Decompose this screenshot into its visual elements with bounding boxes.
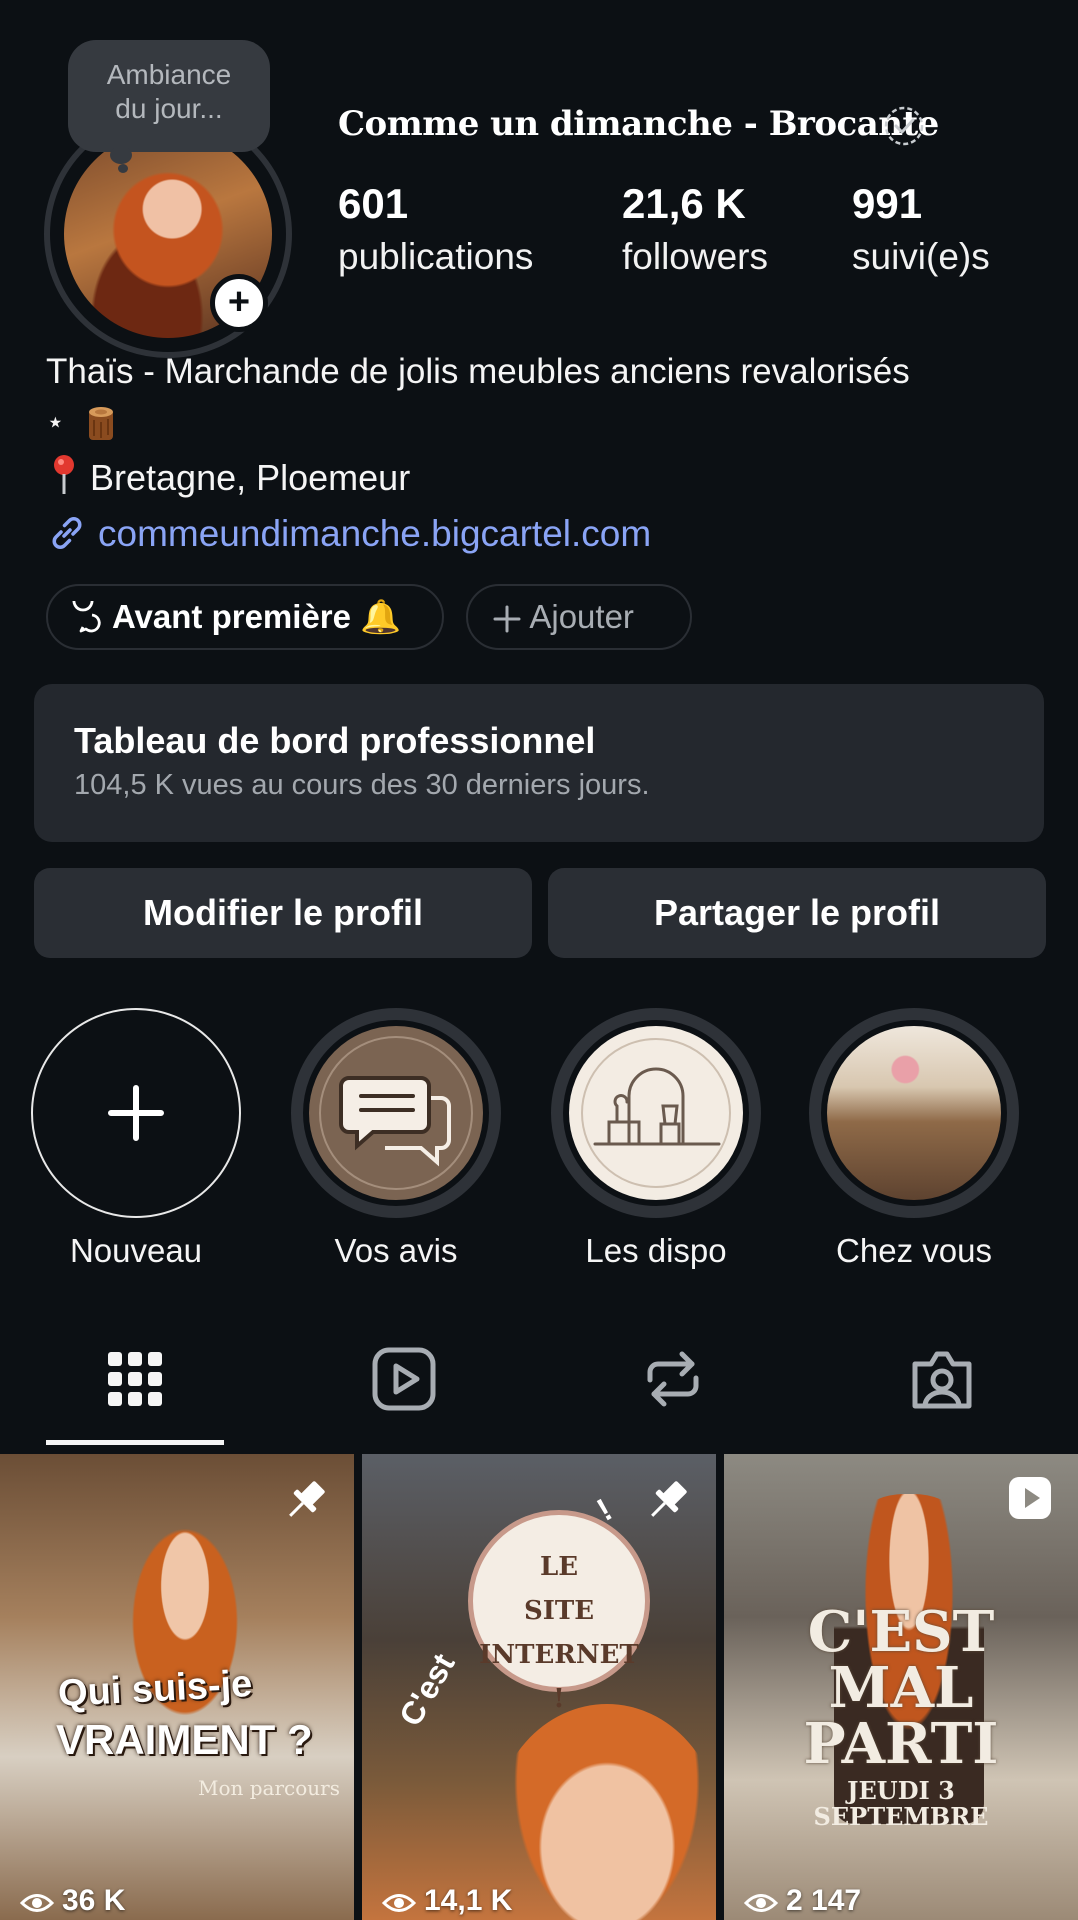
view-count: 2 147 (743, 1884, 862, 1918)
stat-value: 21,6 K (622, 180, 746, 227)
note-line-1: Ambiance (106, 59, 232, 90)
note-line-2: du jour... (115, 93, 223, 124)
edit-profile-button[interactable]: Modifier le profil (34, 868, 532, 958)
eye-icon (19, 1894, 55, 1912)
chat-bubbles-icon (72, 590, 101, 633)
highlight-les-dispo[interactable]: Les dispo (551, 1008, 761, 1270)
badge-line-2: SITE (523, 1596, 595, 1626)
reels-icon[interactable] (369, 1344, 439, 1414)
grid-icon[interactable] (100, 1344, 170, 1414)
link-icon (52, 517, 82, 549)
stat-followers[interactable]: 21,6 K followers (622, 180, 768, 286)
note-bubble[interactable]: Ambiance du jour... (68, 40, 270, 152)
plus-icon (493, 605, 521, 633)
furniture-icon (581, 1038, 731, 1188)
chip-label: Ajouter (529, 598, 634, 635)
chip-label: Avant première 🔔 (111, 598, 402, 635)
highlight-cover (827, 1026, 1001, 1200)
highlight-label: Vos avis (334, 1232, 458, 1269)
highlight-circle (809, 1008, 1019, 1218)
link-text: commeundimanche.bigcartel.com (98, 513, 652, 554)
reel-icon (1009, 1477, 1051, 1519)
highlight-cover (569, 1026, 743, 1200)
add-story-icon[interactable]: + (210, 274, 268, 332)
location-text: Bretagne, Ploemeur (90, 457, 411, 498)
eye-icon (743, 1894, 779, 1912)
verified-badge-icon (884, 106, 924, 146)
stat-label: publications (338, 236, 534, 277)
post-title-line-1: C'EST (807, 1599, 995, 1665)
view-count: 14,1 K (381, 1884, 513, 1918)
post-title-line-3: PARTI (803, 1711, 999, 1777)
share-profile-button[interactable]: Partager le profil (548, 868, 1046, 958)
location-row: Bretagne, Ploemeur (46, 452, 410, 499)
plus-icon (108, 1085, 164, 1141)
highlight-vos-avis[interactable]: Vos avis (291, 1008, 501, 1270)
post-tile[interactable]: C'est en ligne ! LE SITE INTERNET ! 14,1… (362, 1454, 716, 1920)
view-count-value: 14,1 K (424, 1884, 513, 1917)
stat-following[interactable]: 991 suivi(e)s (852, 180, 990, 286)
highlight-new[interactable]: Nouveau (31, 1008, 241, 1270)
stat-publications[interactable]: 601 publications (338, 180, 533, 286)
professional-dashboard[interactable]: Tableau de bord professionnel 104,5 K vu… (34, 684, 1044, 842)
stat-label: followers (622, 236, 768, 277)
highlight-circle (291, 1008, 501, 1218)
stat-value: 991 (852, 180, 923, 227)
post-title-line-2: VRAIMENT ? (56, 1716, 313, 1763)
location-pin-icon (54, 455, 74, 494)
eye-icon (381, 1894, 417, 1912)
speech-bubbles-icon (319, 1036, 473, 1190)
post-caption: Mon parcours (198, 1776, 340, 1800)
dashboard-subtitle: 104,5 K vues au cours des 30 derniers jo… (74, 769, 650, 801)
badge-line-3: INTERNET ! (479, 1640, 639, 1714)
stat-value: 601 (338, 180, 409, 227)
dashboard-title: Tableau de bord professionnel (74, 720, 596, 761)
reposts-icon[interactable] (638, 1344, 708, 1414)
note-tail-small (118, 164, 128, 173)
website-link[interactable]: commeundimanche.bigcartel.com (46, 512, 651, 555)
highlight-label: Nouveau (69, 1232, 203, 1269)
view-count: 36 K (19, 1884, 126, 1918)
post-arc-text-1: C'est (392, 1647, 462, 1732)
profile-page: + Ambiance du jour... Comme un dimanche … (0, 0, 1078, 1920)
view-count-value: 2 147 (786, 1884, 862, 1917)
stat-label: suivi(e)s (852, 236, 990, 277)
post-date-line-2: SEPTEMBRE (813, 1802, 989, 1831)
wood-log-icon (89, 407, 114, 440)
post-badge: LE SITE INTERNET ! (468, 1510, 650, 1714)
add-chip[interactable]: Ajouter (466, 584, 692, 650)
highlight-label: Chez vous (836, 1232, 992, 1269)
post-tile[interactable]: Qui suis-je VRAIMENT ? Mon parcours 36 K (0, 1454, 354, 1920)
post-date-line-1: JEUDI 3 (847, 1776, 955, 1805)
view-count-value: 36 K (62, 1884, 126, 1917)
badge-line-1: LE (539, 1552, 579, 1582)
highlight-circle (551, 1008, 761, 1218)
highlight-circle (31, 1008, 241, 1218)
highlight-cover (309, 1026, 483, 1200)
broadcast-channel-chip[interactable]: Avant première 🔔 (46, 584, 444, 650)
active-tab-indicator (46, 1440, 224, 1445)
bio-star: ⋆ (46, 405, 65, 439)
pin-icon (289, 1481, 325, 1517)
bio-line-2: ⋆ (46, 404, 119, 444)
post-photo (492, 1704, 716, 1920)
note-tail (110, 146, 132, 164)
post-title-line-2: MAL (828, 1655, 974, 1721)
bio-text: Thaïs - Marchande de jolis meubles ancie… (46, 352, 910, 391)
profile-name: Comme un dimanche - Brocante (338, 104, 939, 144)
highlight-chez-vous[interactable]: Chez vous (809, 1008, 1019, 1270)
post-tile[interactable]: C'EST MAL PARTI JEUDI 3 SEPTEMBRE 2 147 (724, 1454, 1078, 1920)
highlight-label: Les dispo (585, 1232, 727, 1269)
tagged-icon[interactable] (907, 1344, 977, 1414)
pin-icon (651, 1481, 687, 1517)
